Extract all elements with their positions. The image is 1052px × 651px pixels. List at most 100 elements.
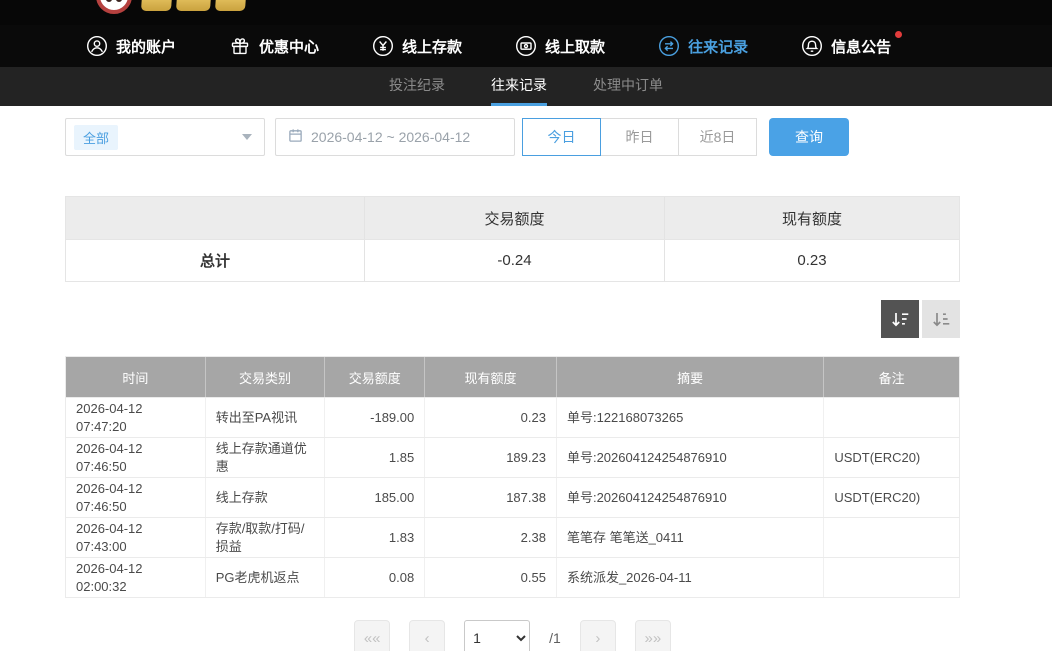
summary-header-balance: 现有额度 xyxy=(664,197,959,239)
table-row: 2026-04-12 07:46:50 线上存款通道优惠 1.85 189.23… xyxy=(66,437,959,477)
calendar-icon xyxy=(288,128,303,146)
logo-text xyxy=(142,0,246,11)
sort-ascending-button[interactable] xyxy=(922,300,960,338)
cell-summary: 单号:122168073265 xyxy=(557,398,824,437)
cell-balance: 0.23 xyxy=(425,398,557,437)
cell-amount: 1.83 xyxy=(325,518,425,557)
records-icon xyxy=(658,35,680,57)
first-page-button[interactable]: «« xyxy=(354,620,390,651)
table-row: 2026-04-12 07:47:20 转出至PA视讯 -189.00 0.23… xyxy=(66,397,959,437)
page-select[interactable]: 1 xyxy=(464,620,530,651)
sub-nav: 投注纪录 往来记录 处理中订单 xyxy=(0,67,1052,106)
nav-item-label: 线上取款 xyxy=(545,36,605,57)
nav-item-label: 信息公告 xyxy=(831,36,891,57)
withdraw-icon xyxy=(515,35,537,57)
col-header-balance: 现有额度 xyxy=(425,357,557,397)
cell-type: 存款/取款/打码/损益 xyxy=(206,518,326,557)
nav-item-label: 线上存款 xyxy=(402,36,462,57)
table-row: 2026-04-12 07:43:00 存款/取款/打码/损益 1.83 2.3… xyxy=(66,517,959,557)
cell-type: 线上存款通道优惠 xyxy=(206,438,326,477)
cell-remarks xyxy=(824,558,959,597)
col-header-summary: 摘要 xyxy=(557,357,824,397)
cell-summary: 单号:202604124254876910 xyxy=(557,478,824,517)
cell-time: 2026-04-12 02:00:32 xyxy=(66,558,206,597)
nav-item-online-deposit[interactable]: 线上存款 xyxy=(372,35,462,57)
search-button[interactable]: 查询 xyxy=(769,118,849,156)
nav-item-label: 往来记录 xyxy=(688,36,748,57)
yesterday-button[interactable]: 昨日 xyxy=(600,118,679,156)
last8days-button[interactable]: 近8日 xyxy=(678,118,757,156)
type-dropdown[interactable]: 全部 xyxy=(65,118,265,156)
next-page-button[interactable]: › xyxy=(580,620,616,651)
cell-balance: 187.38 xyxy=(425,478,557,517)
gift-icon xyxy=(229,35,251,57)
sort-controls xyxy=(65,300,960,338)
col-header-remarks: 备注 xyxy=(824,357,959,397)
date-range-value: 2026-04-12 ~ 2026-04-12 xyxy=(311,129,470,145)
cell-type: 线上存款 xyxy=(206,478,326,517)
col-header-time: 时间 xyxy=(66,357,206,397)
notification-dot xyxy=(895,31,902,38)
chevron-down-icon xyxy=(242,134,252,140)
bell-icon xyxy=(801,35,823,57)
nav-item-transaction-records[interactable]: 往来记录 xyxy=(658,35,748,57)
summary-total-label: 总计 xyxy=(66,240,364,281)
prev-page-button[interactable]: ‹ xyxy=(409,620,445,651)
cell-time: 2026-04-12 07:43:00 xyxy=(66,518,206,557)
main-content: 全部 2026-04-12 ~ 2026-04-12 今日 昨日 近8日 查询 … xyxy=(65,118,960,651)
logo-mascot-icon xyxy=(96,0,132,14)
date-range-picker[interactable]: 2026-04-12 ~ 2026-04-12 xyxy=(275,118,515,156)
cell-remarks xyxy=(824,398,959,437)
nav-item-online-withdrawal[interactable]: 线上取款 xyxy=(515,35,605,57)
quick-range-group: 今日 昨日 近8日 xyxy=(523,118,757,156)
tab-processing-orders[interactable]: 处理中订单 xyxy=(593,67,663,106)
cell-remarks xyxy=(824,518,959,557)
table-row: 2026-04-12 02:00:32 PG老虎机返点 0.08 0.55 系统… xyxy=(66,557,959,597)
summary-table: 交易额度 现有额度 总计 -0.24 0.23 xyxy=(65,196,960,282)
site-logo xyxy=(96,0,246,14)
cell-type: 转出至PA视讯 xyxy=(206,398,326,437)
top-logo-bar xyxy=(0,0,1052,25)
records-table-header: 时间 交易类别 交易额度 现有额度 摘要 备注 xyxy=(66,357,959,397)
cell-balance: 2.38 xyxy=(425,518,557,557)
cell-remarks: USDT(ERC20) xyxy=(824,438,959,477)
records-table: 时间 交易类别 交易额度 现有额度 摘要 备注 2026-04-12 07:47… xyxy=(65,356,960,598)
user-icon xyxy=(86,35,108,57)
cell-amount: -189.00 xyxy=(325,398,425,437)
col-header-amount: 交易额度 xyxy=(325,357,425,397)
cell-type: PG老虎机返点 xyxy=(206,558,326,597)
page-total: /1 xyxy=(549,620,561,651)
filter-bar: 全部 2026-04-12 ~ 2026-04-12 今日 昨日 近8日 查询 xyxy=(65,118,960,156)
main-nav: 我的账户 优惠中心 线上存款 线上取款 xyxy=(0,25,1052,67)
cell-time: 2026-04-12 07:46:50 xyxy=(66,478,206,517)
cell-summary: 笔笔存 笔笔送_0411 xyxy=(557,518,824,557)
table-row: 2026-04-12 07:46:50 线上存款 185.00 187.38 单… xyxy=(66,477,959,517)
nav-item-my-account[interactable]: 我的账户 xyxy=(86,35,176,57)
nav-item-label: 我的账户 xyxy=(116,36,176,57)
cell-balance: 189.23 xyxy=(425,438,557,477)
cell-summary: 单号:202604124254876910 xyxy=(557,438,824,477)
summary-header-row: 交易额度 现有额度 xyxy=(66,197,959,239)
summary-transaction-total: -0.24 xyxy=(364,240,664,281)
cell-time: 2026-04-12 07:46:50 xyxy=(66,438,206,477)
summary-header-empty xyxy=(66,197,364,239)
tab-betting-records[interactable]: 投注纪录 xyxy=(389,67,445,106)
cell-remarks: USDT(ERC20) xyxy=(824,478,959,517)
cell-summary: 系统派发_2026-04-11 xyxy=(557,558,824,597)
cell-amount: 185.00 xyxy=(325,478,425,517)
summary-header-transaction: 交易额度 xyxy=(364,197,664,239)
last-page-button[interactable]: »» xyxy=(635,620,671,651)
type-dropdown-value: 全部 xyxy=(74,125,118,150)
nav-item-promotions[interactable]: 优惠中心 xyxy=(229,35,319,57)
cell-amount: 1.85 xyxy=(325,438,425,477)
nav-item-announcements[interactable]: 信息公告 xyxy=(801,35,891,57)
nav-item-label: 优惠中心 xyxy=(259,36,319,57)
summary-balance-total: 0.23 xyxy=(664,240,959,281)
pagination: «« ‹ 1 /1 › »» xyxy=(65,620,960,651)
sort-descending-button[interactable] xyxy=(881,300,919,338)
deposit-icon xyxy=(372,35,394,57)
tab-transaction-records[interactable]: 往来记录 xyxy=(491,67,547,106)
today-button[interactable]: 今日 xyxy=(522,118,601,156)
cell-balance: 0.55 xyxy=(425,558,557,597)
cell-amount: 0.08 xyxy=(325,558,425,597)
